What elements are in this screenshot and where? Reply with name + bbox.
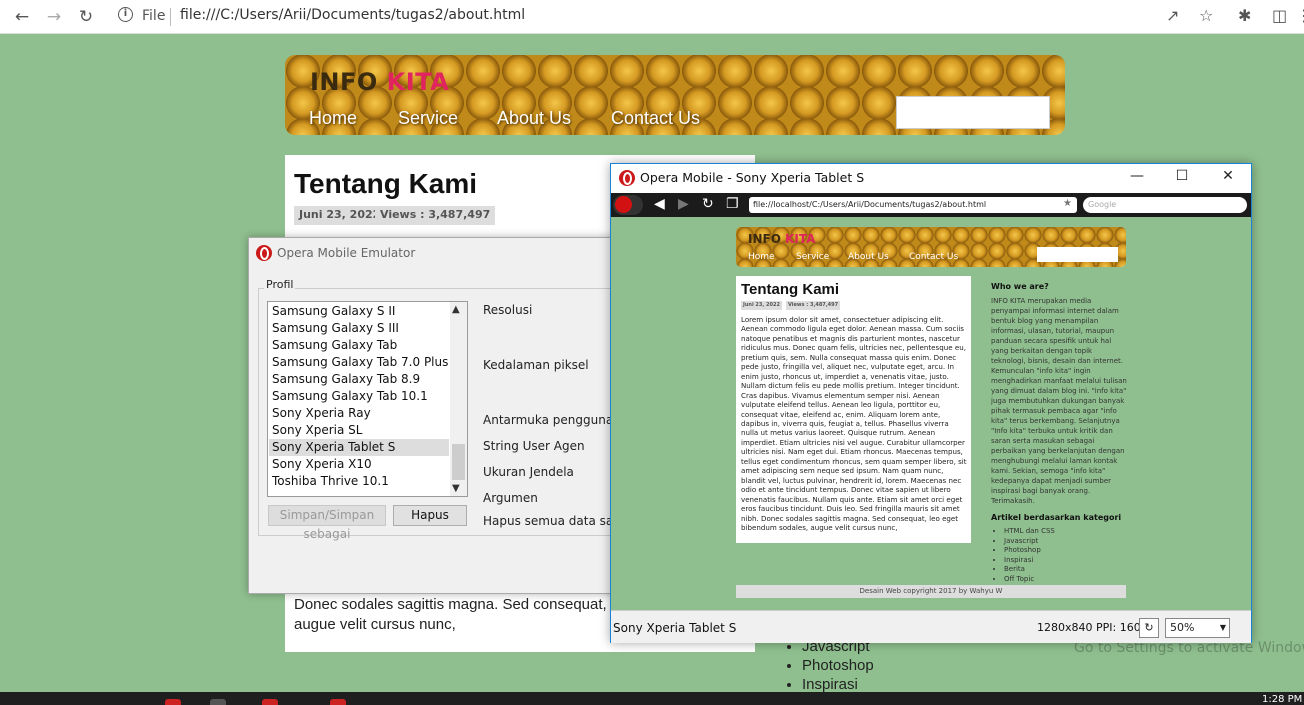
mobile-bookmark-icon[interactable]: ★ [1063,198,1072,209]
scroll-up-icon[interactable]: ▲ [452,304,460,315]
share-icon[interactable]: ↗ [1166,6,1179,25]
mini-category-heading: Artikel berdasarkan kategori [991,513,1122,522]
device-item[interactable]: Samsung Galaxy S II [272,303,450,320]
mini-date-badge: Juni 23, 2022 [741,301,782,310]
window-size-label: Ukuran Jendela [483,465,574,479]
mini-views-badge: Views : 3,487,497 [786,301,841,310]
mini-site-logo[interactable]: INFO KITA [748,232,815,246]
taskbar-app-icon[interactable] [165,699,181,705]
list-item[interactable]: Photoshop [802,657,874,676]
device-item[interactable]: Toshiba Thrive 10.1 [272,473,450,490]
taskbar-app-icon[interactable] [210,699,226,705]
save-profile-button[interactable]: Simpan/Simpan sebagai [268,505,386,541]
scroll-down-icon[interactable]: ▼ [452,483,460,494]
user-agent-label: String User Agen [483,439,585,453]
forward-icon[interactable]: → [42,5,66,29]
nav-home[interactable]: Home [309,108,357,129]
mobile-window-title: Opera Mobile - Sony Xperia Tablet S [640,170,865,185]
zoom-select[interactable]: 50% ▼ [1165,618,1230,638]
maximize-icon[interactable]: ☐ [1174,168,1190,184]
opera-icon [619,170,635,186]
taskbar [0,692,1304,705]
extensions-icon[interactable]: ✱ [1238,6,1251,25]
mini-nav-home[interactable]: Home [748,252,775,262]
close-icon[interactable]: ✕ [1220,168,1236,184]
mobile-resolution-label: 1280x840 PPI: 160 [1037,621,1141,634]
mini-article-body: Lorem ipsum dolor sit amet, consectetuer… [741,315,967,532]
ui-label: Antarmuka pengguna [483,413,614,427]
address-bar[interactable]: file:///C:/Users/Arii/Documents/tugas2/a… [180,7,525,23]
device-item[interactable]: Samsung Galaxy Tab [272,337,450,354]
emulator-title: Opera Mobile Emulator [277,246,416,260]
device-item[interactable]: Sony Xperia SL [272,422,450,439]
list-item[interactable]: Inspirasi [1004,556,1055,566]
back-icon[interactable]: ← [10,5,34,29]
views-badge: Views : 3,487,497 [375,206,496,225]
file-label: File [142,8,166,24]
site-search-input[interactable] [896,96,1050,129]
list-item[interactable]: Javascript [1004,537,1055,547]
nav-service[interactable]: Service [398,108,458,129]
device-item[interactable]: Sony Xperia X10 [272,456,450,473]
reload-icon[interactable]: ↻ [74,5,98,29]
opera-menu-button[interactable] [613,195,643,215]
list-item[interactable]: Photoshop [1004,546,1055,556]
side-panel-icon[interactable]: ◫ [1272,6,1287,25]
site-logo[interactable]: INFO KITA [310,68,449,96]
mobile-back-icon[interactable]: ◀ [654,196,665,212]
taskbar-app-icon[interactable] [330,699,346,705]
device-item[interactable]: Samsung Galaxy Tab 8.9 [272,371,450,388]
menu-icon[interactable]: ⋮ [1296,6,1304,25]
pixel-depth-label: Kedalaman piksel [483,358,589,372]
device-item-selected[interactable]: Sony Xperia Tablet S [269,439,449,456]
mini-footer: Desain Web copyright 2017 by Wahyu W [736,585,1126,598]
mini-nav-service[interactable]: Service [796,252,829,262]
taskbar-clock: 1:28 PM [1262,694,1303,705]
taskbar-app-icon[interactable] [262,699,278,705]
mini-nav-about[interactable]: About Us [848,252,889,262]
device-list[interactable]: Samsung Galaxy S II Samsung Galaxy S III… [267,301,468,497]
nav-about[interactable]: About Us [497,108,571,129]
profile-label: Profil [264,278,296,291]
category-list: Javascript Photoshop Inspirasi [802,638,874,695]
date-badge: Juni 23, 2022 [294,206,386,225]
mini-nav-contact[interactable]: Contact Us [909,252,958,262]
mobile-address-bar[interactable]: file://localhost/C:/Users/Arii/Documents… [749,197,1077,213]
mini-page-title: Tentang Kami [741,281,840,298]
mobile-device-label: Sony Xperia Tablet S [613,621,737,635]
list-item[interactable]: Off Topic [1004,575,1055,585]
device-list-scrollbar[interactable]: ▲ ▼ [450,302,467,496]
info-icon[interactable]: i [118,7,133,22]
arguments-label: Argumen [483,491,538,505]
url-divider [170,8,171,26]
mini-search-input[interactable] [1037,247,1118,262]
device-item[interactable]: Samsung Galaxy Tab 7.0 Plus [272,354,450,371]
nav-contact[interactable]: Contact Us [611,108,700,129]
minimize-icon[interactable]: — [1129,168,1145,184]
opera-icon [256,245,272,261]
page-title: Tentang Kami [294,168,478,199]
list-item[interactable]: Berita [1004,565,1055,575]
mini-side-text: INFO KITA merupakan media penyampai info… [991,297,1127,505]
delete-profile-button[interactable]: Hapus [393,505,467,526]
device-item[interactable]: Sony Xperia Ray [272,405,450,422]
resolution-label: Resolusi [483,303,533,317]
device-item[interactable]: Samsung Galaxy Tab 10.1 [272,388,450,405]
device-item[interactable]: Samsung Galaxy S III [272,320,450,337]
bookmark-star-icon[interactable]: ☆ [1199,6,1213,25]
mobile-reload-icon[interactable]: ↻ [702,196,714,212]
scroll-thumb[interactable] [452,444,465,480]
mobile-forward-icon[interactable]: ▶ [678,196,689,212]
list-item[interactable]: HTML dan CSS [1004,527,1055,537]
mini-side-heading: Who we are? [991,282,1049,291]
mobile-tabs-icon[interactable]: ❐ [726,196,739,212]
mini-category-list: HTML dan CSS Javascript Photoshop Inspir… [1004,527,1055,584]
mobile-search-input[interactable]: Google [1083,197,1247,213]
rotate-lock-icon[interactable]: ↻ [1139,618,1159,638]
